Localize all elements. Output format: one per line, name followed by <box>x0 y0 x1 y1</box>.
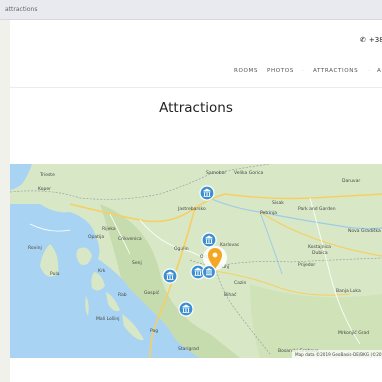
main-nav: ROOMS PHOTOS · ATTRACTIONS · A <box>232 68 382 78</box>
place-label: Crikvenica <box>118 236 142 242</box>
browser-tab-bar: attractions <box>0 0 382 20</box>
place-label: Koper <box>38 186 51 192</box>
map-canvas[interactable]: Trieste Koper Rijeka Opatija Crikvenica … <box>10 164 382 358</box>
place-label: Krk <box>98 268 106 274</box>
place-label: Mrkonjić Grad <box>338 329 369 336</box>
phone-contact[interactable]: ✆ +38 <box>360 36 382 44</box>
place-label: Petrinja <box>260 210 277 216</box>
nav-item-more[interactable]: A <box>377 68 381 74</box>
place-label: Bihać <box>224 291 237 298</box>
place-label: Ogulin <box>174 246 189 252</box>
place-label: Rovinj <box>28 245 42 251</box>
place-label: Trieste <box>39 172 55 178</box>
museum-marker[interactable] <box>162 268 178 284</box>
place-label: Dubica <box>312 250 328 256</box>
page-title: Attractions <box>159 100 233 116</box>
place-label: Prijedor <box>298 262 315 268</box>
place-label: Starigrad <box>178 346 199 352</box>
page: ✆ +38 ROOMS PHOTOS · ATTRACTIONS · A Attr… <box>10 20 382 382</box>
nav-item-photos[interactable]: PHOTOS <box>267 68 294 74</box>
place-label: Park and Garden <box>298 206 336 212</box>
place-label: Daruvar <box>342 178 360 184</box>
attractions-map[interactable]: Trieste Koper Rijeka Opatija Crikvenica … <box>10 164 382 358</box>
phone-icon: ✆ <box>360 36 366 44</box>
place-label: Pula <box>50 271 60 277</box>
browser-tab-title[interactable]: attractions <box>5 6 37 13</box>
place-label: Rijeka <box>102 226 116 232</box>
nav-separator: · <box>302 68 305 74</box>
museum-marker[interactable] <box>199 185 215 201</box>
place-label: Cazin <box>234 280 247 286</box>
phone-number: +38 <box>368 36 382 44</box>
place-label: Samobor <box>206 170 226 176</box>
place-label: Senj <box>132 260 142 266</box>
place-label: Pag <box>150 328 158 334</box>
place-label: Mali Lošinj <box>96 315 119 322</box>
museum-marker[interactable] <box>201 232 217 248</box>
place-label: Gospić <box>144 289 160 296</box>
museum-marker[interactable] <box>178 301 194 317</box>
place-label: Karlovac <box>220 242 240 248</box>
museum-marker[interactable] <box>201 264 217 280</box>
map-attribution[interactable]: Map data ©2019 GeoBasis-DE/BKG (©20 <box>295 352 382 357</box>
nav-item-rooms[interactable]: ROOMS <box>234 68 258 74</box>
place-label: Velika Gorica <box>234 170 264 176</box>
place-label: Jastrebarsko <box>177 206 206 212</box>
place-label: Banja Luka <box>336 288 361 294</box>
place-label: Kostajnica <box>308 244 331 250</box>
place-label: Sisak <box>272 200 284 206</box>
site-header: ✆ +38 ROOMS PHOTOS · ATTRACTIONS · A <box>10 20 382 88</box>
place-label: Rab <box>118 292 127 298</box>
place-label: Nova Gradiška <box>348 227 381 234</box>
nav-separator: · <box>368 68 371 74</box>
nav-item-attractions[interactable]: ATTRACTIONS <box>313 68 358 74</box>
place-label: Opatija <box>88 234 104 240</box>
